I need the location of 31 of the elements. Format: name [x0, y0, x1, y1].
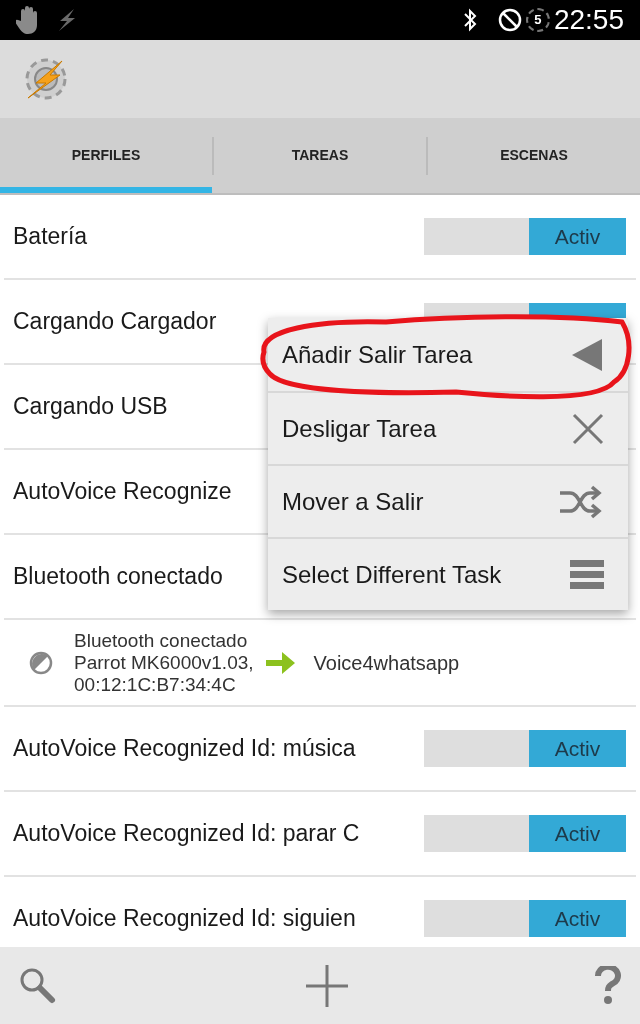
- help-icon[interactable]: [594, 965, 622, 1006]
- context-text[interactable]: Bluetooth conectado Parrot MK6000v1.03, 00:12:1C:B7:34:4C: [74, 629, 254, 696]
- shuffle-icon: [560, 484, 604, 519]
- timer-badge: 5: [525, 8, 550, 32]
- status-icon: [28, 649, 54, 676]
- profile-toggle[interactable]: Activ: [424, 815, 626, 852]
- profile-name[interactable]: Batería: [13, 219, 88, 254]
- profile-name[interactable]: Bluetooth conectado: [13, 559, 223, 594]
- blocked-icon: [497, 8, 522, 32]
- profile-toggle[interactable]: Activ: [424, 730, 626, 767]
- tab[interactable]: ESCENAS: [428, 118, 640, 193]
- close-icon: [572, 412, 604, 445]
- task-name[interactable]: Voice4whatsapp: [313, 647, 460, 678]
- tab[interactable]: TAREAS: [214, 118, 426, 193]
- profile-toggle[interactable]: Activ: [424, 900, 626, 937]
- arrow-icon: [265, 649, 296, 676]
- clock-time: 22:55: [553, 3, 624, 37]
- add-icon[interactable]: [305, 963, 349, 1008]
- profile-name[interactable]: AutoVoice Recognized Id: parar C: [13, 816, 360, 851]
- profile-name[interactable]: Cargando USB: [13, 389, 168, 424]
- profile-name[interactable]: Cargando Cargador: [13, 304, 217, 339]
- bluetooth-icon: [461, 8, 478, 32]
- list-icon: [570, 559, 604, 590]
- profile-toggle[interactable]: Activ: [424, 218, 626, 255]
- profile-name[interactable]: AutoVoice Recognized Id: siguien: [13, 901, 356, 936]
- menu-item[interactable]: Desligar Tarea: [268, 391, 628, 464]
- profile-name[interactable]: AutoVoice Recognized Id: música: [13, 731, 356, 766]
- menu-item[interactable]: Select Different Task: [268, 537, 628, 610]
- profile-name[interactable]: AutoVoice Recognize: [13, 474, 232, 509]
- triangle-icon: [570, 336, 604, 373]
- menu-item[interactable]: Mover a Salir: [268, 464, 628, 537]
